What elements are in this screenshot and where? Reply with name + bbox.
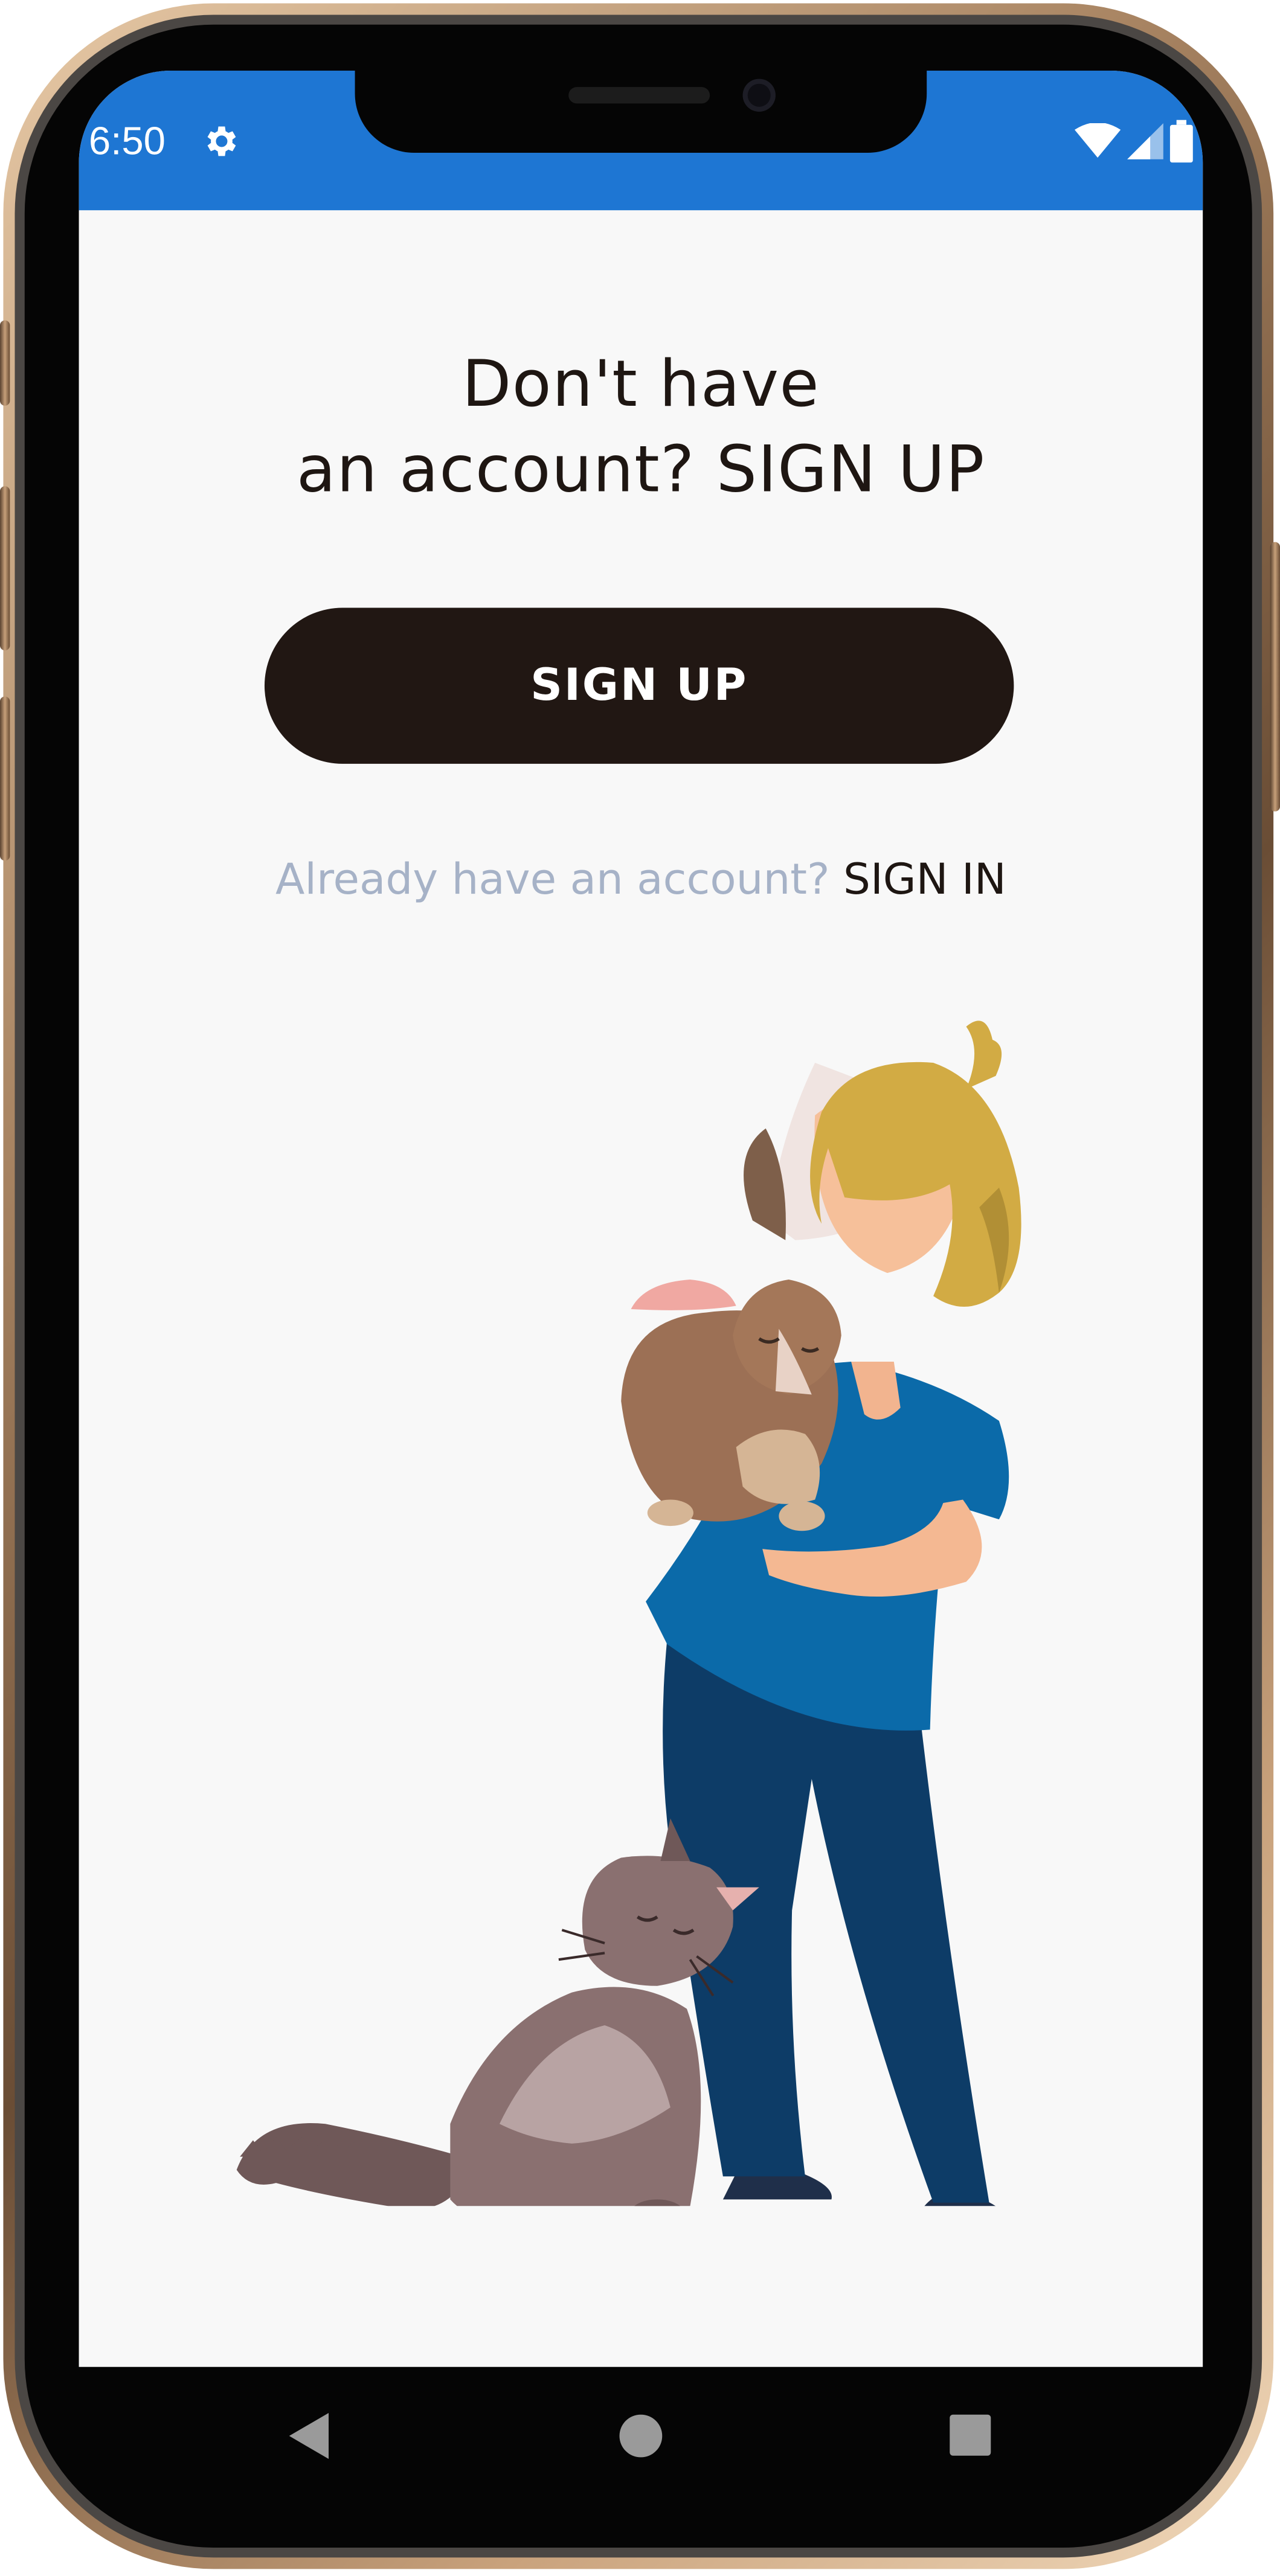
back-icon[interactable] [289,2412,329,2459]
sign-in-link[interactable]: SIGN IN [843,856,1006,905]
sign-in-question: Already have an account? [275,856,830,905]
page-title: Don't have an account? SIGN UP [79,344,1203,514]
status-icons [1075,120,1193,163]
home-icon[interactable] [619,2414,663,2458]
cat-figure [236,1818,759,2206]
front-camera [742,78,776,112]
pet-owner-illustration [236,1020,1021,2206]
gear-icon [207,126,236,156]
power-button [1270,542,1280,812]
recents-icon[interactable] [950,2414,991,2456]
navigation-bar [289,2412,991,2459]
sign-in-prompt: Already have an account? SIGN IN [79,853,1203,908]
device-notch [355,70,927,153]
title-line-2: an account? SIGN UP [296,434,985,508]
wifi-icon [1075,123,1121,158]
device-mockup: 6:50 Don't have an account? SIGN UP SIGN… [0,0,1280,2575]
earpiece-speaker [568,87,710,104]
battery-icon [1169,120,1193,163]
title-line-1: Don't have [462,348,820,423]
mute-switch [0,320,10,406]
cellular-signal-icon [1127,123,1163,159]
volume-down-button [0,696,10,861]
person-figure [646,1020,1021,2206]
volume-up-button [0,486,10,651]
status-time: 6:50 [88,120,166,165]
sign-up-button[interactable]: SIGN UP [264,607,1014,764]
app-screen: 6:50 Don't have an account? SIGN UP SIGN… [79,70,1203,2367]
